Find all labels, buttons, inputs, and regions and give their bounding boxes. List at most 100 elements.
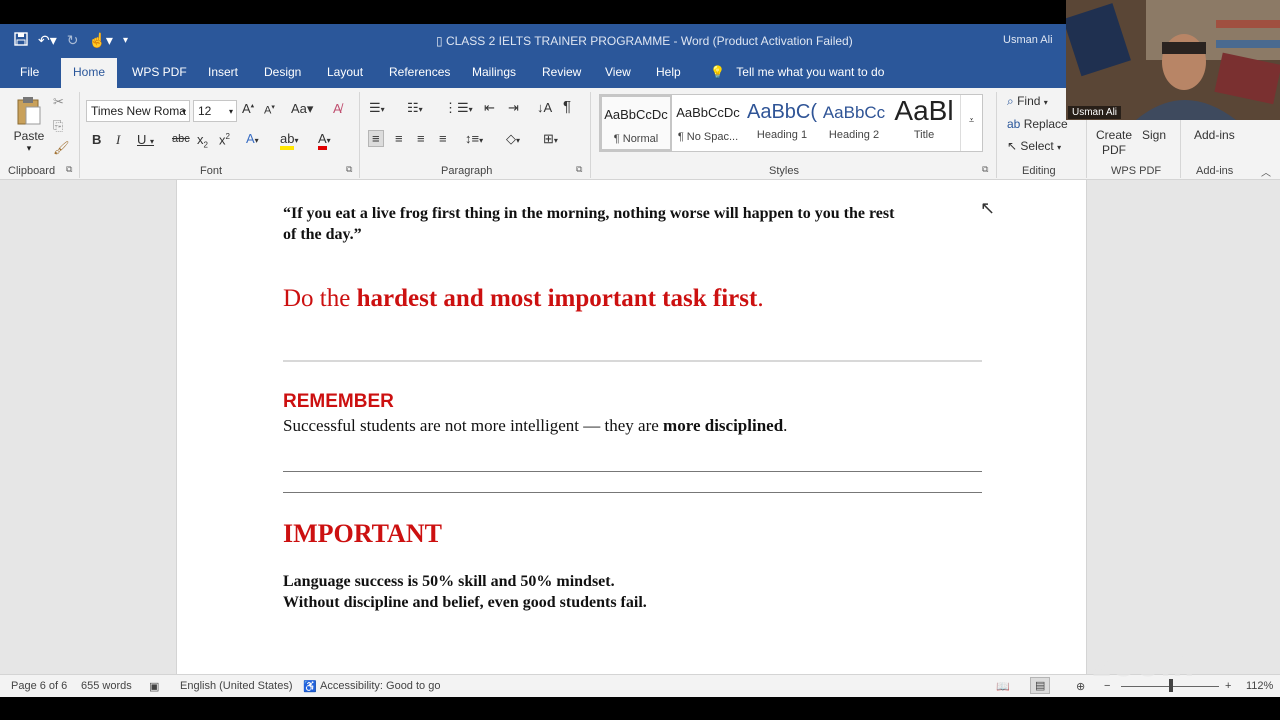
shading-icon[interactable]: ◇▾: [506, 131, 520, 147]
highlight-color-icon[interactable]: ab▾: [280, 131, 298, 150]
text-effects-icon[interactable]: A▾: [246, 131, 259, 146]
borders-icon[interactable]: ⊞▾: [543, 131, 558, 147]
touch-mode-icon[interactable]: ☝▾: [89, 32, 113, 49]
key-heading[interactable]: Do the hardest and most important task f…: [283, 285, 764, 313]
sort-icon[interactable]: ↓A: [537, 100, 552, 115]
style-preview: AaBl: [894, 95, 954, 126]
style-heading-1[interactable]: AaBbC( Heading 1: [746, 95, 818, 151]
style-name: Heading 1: [756, 129, 808, 141]
tell-me-text: Tell me what you want to do: [736, 65, 885, 79]
accessibility-status[interactable]: Accessibility: Good to go: [320, 680, 440, 692]
tab-references[interactable]: References: [389, 65, 450, 79]
save-icon[interactable]: [14, 32, 28, 49]
style-title[interactable]: AaBl Title: [890, 95, 958, 151]
web-layout-icon[interactable]: ⊕: [1076, 680, 1085, 693]
document-canvas[interactable]: “If you eat a live frog first thing in t…: [0, 180, 1280, 674]
tab-file[interactable]: File: [20, 65, 39, 79]
show-marks-icon[interactable]: ¶: [563, 98, 571, 115]
strikethrough-button[interactable]: abc: [172, 133, 190, 145]
redo-icon[interactable]: ↻: [67, 32, 79, 49]
participant-name: Usman Ali: [1068, 106, 1122, 119]
align-right-button[interactable]: ≡: [417, 131, 425, 146]
remember-bold: more disciplined: [663, 416, 784, 435]
tab-mailings[interactable]: Mailings: [472, 65, 516, 79]
format-painter-icon[interactable]: 🖌: [53, 140, 70, 156]
tab-insert[interactable]: Insert: [208, 65, 238, 79]
remember-text[interactable]: Successful students are not more intelli…: [283, 416, 787, 436]
create-pdf-button[interactable]: Create PDF: [1096, 128, 1132, 158]
increase-indent-icon[interactable]: ⇥: [508, 100, 519, 116]
multilevel-list-icon[interactable]: ⋮☰▾: [444, 100, 473, 116]
important-label[interactable]: IMPORTANT: [283, 519, 442, 549]
style-normal[interactable]: AaBbCcDc ¶ Normal: [600, 95, 672, 151]
zoom-in-icon[interactable]: +: [1225, 680, 1231, 692]
paste-button[interactable]: Paste ▾: [12, 96, 46, 154]
heading-plain: Do the: [283, 285, 357, 312]
superscript-button[interactable]: x2: [219, 132, 230, 147]
quote-paragraph[interactable]: “If you eat a live frog first thing in t…: [283, 203, 983, 245]
tell-me-search[interactable]: 💡 Tell me what you want to do: [710, 65, 884, 79]
replace-button[interactable]: ab Replace: [1007, 117, 1068, 131]
account-name[interactable]: Usman Ali: [1003, 34, 1053, 46]
participant-video[interactable]: Usman Ali: [1066, 0, 1280, 120]
page-indicator[interactable]: Page 6 of 6: [11, 680, 67, 692]
tab-view[interactable]: View: [605, 65, 631, 79]
grow-font-icon[interactable]: A▴: [242, 101, 254, 116]
style-no-spacing[interactable]: AaBbCcDc ¶ No Spac...: [672, 95, 744, 151]
title-bar: ↶▾ ↻ ☝▾ ▾ ▯ CLASS 2 IELTS TRAINER PROGRA…: [0, 24, 1066, 58]
align-left-button[interactable]: ≡: [368, 130, 384, 147]
word-count[interactable]: 655 words: [81, 680, 132, 692]
font-launcher-icon[interactable]: ⧉: [346, 164, 352, 175]
clipboard-launcher-icon[interactable]: ⧉: [66, 164, 72, 175]
read-mode-icon[interactable]: 📖: [996, 680, 1010, 693]
styles-launcher-icon[interactable]: ⧉: [982, 164, 988, 175]
paste-icon: [17, 97, 41, 125]
underline-button[interactable]: U ▾: [137, 132, 154, 147]
search-icon: ⌕: [1007, 94, 1014, 108]
add-ins-button[interactable]: Add-ins: [1194, 128, 1235, 142]
font-family-select[interactable]: Times New Roma ▾: [86, 100, 190, 122]
align-center-button[interactable]: ≡: [395, 131, 403, 146]
cut-icon[interactable]: ✂: [53, 94, 64, 110]
customize-qat-icon[interactable]: ▾: [123, 35, 128, 46]
subscript-button[interactable]: x2: [197, 132, 208, 150]
styles-more-icon[interactable]: ⩡: [960, 95, 982, 151]
remember-label[interactable]: REMEMBER: [283, 391, 394, 413]
proofing-icon[interactable]: ▣: [149, 680, 159, 693]
tab-review[interactable]: Review: [542, 65, 581, 79]
tab-home[interactable]: Home: [61, 58, 118, 88]
clear-formatting-icon[interactable]: A̸: [333, 101, 342, 116]
tab-design[interactable]: Design: [264, 65, 301, 79]
find-button[interactable]: ⌕ Find ▾: [1007, 94, 1048, 109]
divider: [79, 92, 80, 178]
tab-help[interactable]: Help: [656, 65, 681, 79]
font-group-label: Font: [200, 165, 223, 177]
font-size-select[interactable]: 12 ▾: [193, 100, 237, 122]
italic-button[interactable]: I: [116, 132, 120, 148]
sign-button[interactable]: Sign: [1142, 128, 1166, 142]
justify-button[interactable]: ≡: [439, 131, 447, 146]
collapse-ribbon-icon[interactable]: ︿: [1261, 164, 1271, 179]
bullets-icon[interactable]: ☰▾: [369, 100, 385, 116]
decrease-indent-icon[interactable]: ⇤: [484, 100, 495, 116]
zoom-level[interactable]: 112%: [1246, 680, 1273, 692]
print-layout-icon[interactable]: ▤: [1030, 677, 1051, 694]
tab-wps-pdf[interactable]: WPS PDF: [132, 65, 187, 79]
important-text[interactable]: Language success is 50% skill and 50% mi…: [283, 571, 647, 613]
document-page[interactable]: “If you eat a live frog first thing in t…: [176, 180, 1087, 674]
change-case-icon[interactable]: Aa▾: [291, 101, 313, 117]
line-spacing-icon[interactable]: ↕≡▾: [465, 131, 483, 146]
paragraph-launcher-icon[interactable]: ⧉: [576, 164, 582, 175]
select-button[interactable]: ↖ Select ▾: [1007, 139, 1061, 153]
style-heading-2[interactable]: AaBbCc Heading 2: [818, 95, 890, 151]
mouse-cursor-icon: ↖: [980, 198, 996, 218]
bold-button[interactable]: B: [92, 132, 101, 147]
style-preview: AaBbCcDc: [604, 107, 668, 122]
numbering-icon[interactable]: ☷▾: [407, 100, 423, 116]
copy-icon[interactable]: ⎘: [53, 118, 63, 134]
undo-icon[interactable]: ↶▾: [38, 32, 57, 49]
language-indicator[interactable]: English (United States): [180, 680, 293, 692]
tab-layout[interactable]: Layout: [327, 65, 363, 79]
shrink-font-icon[interactable]: A▾: [264, 103, 275, 117]
font-color-icon[interactable]: A▾: [318, 131, 331, 150]
